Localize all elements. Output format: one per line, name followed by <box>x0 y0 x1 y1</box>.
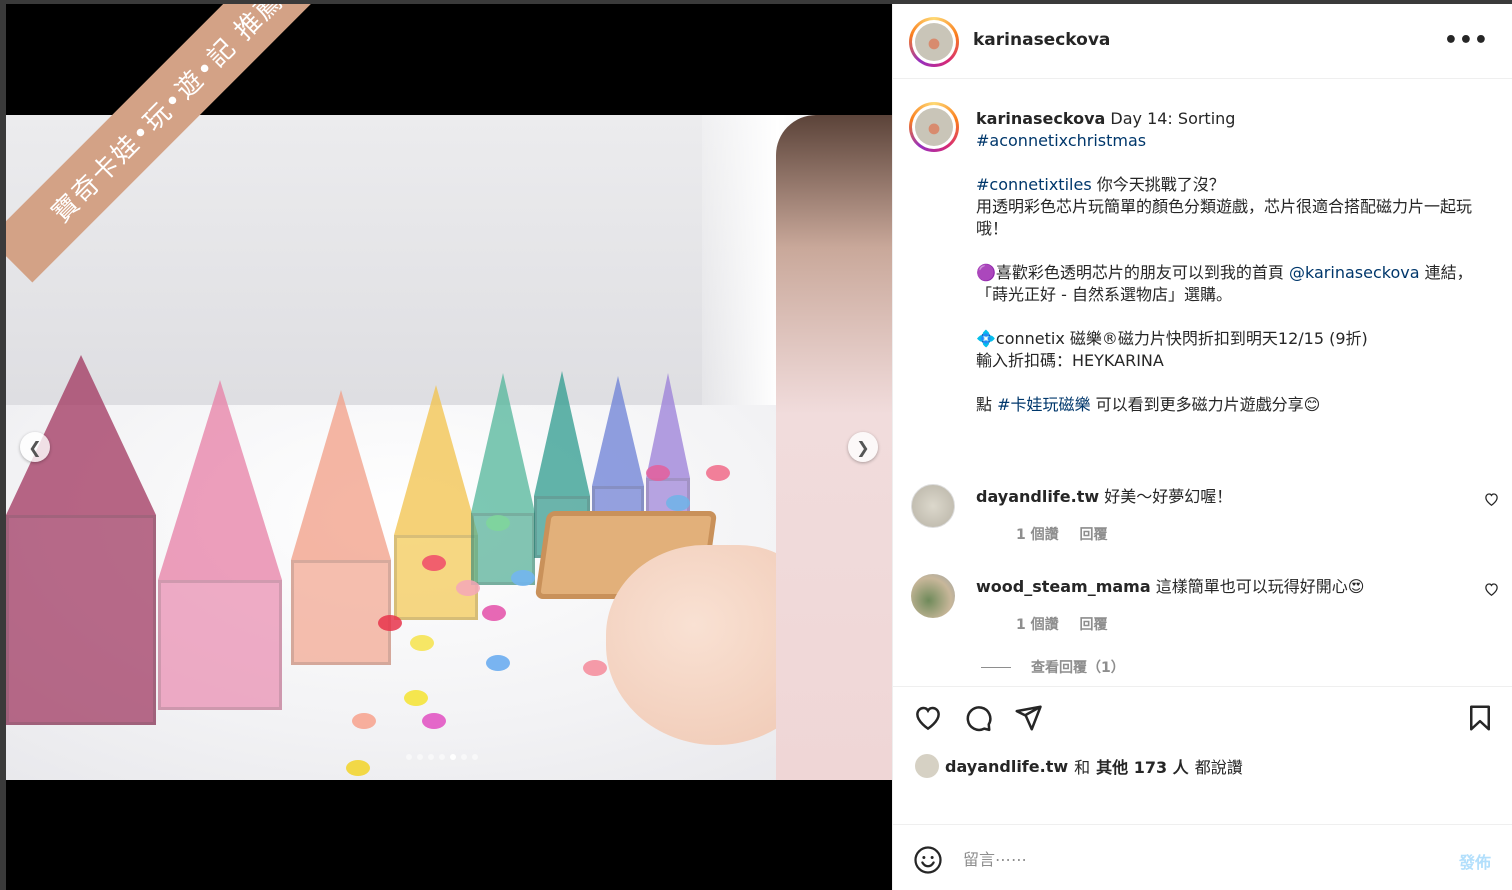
replies-divider <box>981 666 1011 668</box>
color-chip <box>511 570 535 586</box>
view-replies-label: 查看回覆（1） <box>1031 660 1125 676</box>
color-chip <box>583 660 607 676</box>
carousel-dot <box>439 754 445 760</box>
caption-text: 點 <box>976 395 998 414</box>
likes-others-link[interactable]: 其他 173 人 <box>1096 754 1189 778</box>
comment-item: wood_steam_mama 這樣簡單也可以玩得好開心😍 1 個讚 回覆 <box>893 574 1512 654</box>
comment-text: 好美～好夢幻喔！ <box>1104 487 1233 506</box>
likes-suffix: 都說讚 <box>1194 758 1243 777</box>
chevron-left-icon: ❮ <box>28 437 42 457</box>
color-chip <box>646 465 670 481</box>
heart-icon[interactable] <box>1484 582 1499 600</box>
caption-title-block: karinaseckova Day 14: Sorting #aconnetix… <box>976 108 1486 152</box>
mention-link[interactable]: @karinaseckova <box>1289 263 1420 282</box>
post-comment-button[interactable]: 發佈 <box>1459 849 1491 873</box>
carousel-dot <box>461 754 467 760</box>
commenter-username[interactable]: dayandlife.tw <box>976 487 1099 506</box>
post-side-panel: karinaseckova ••• karinaseckova Day 14: … <box>892 4 1512 890</box>
color-chip <box>706 465 730 481</box>
caption-text: 🟣喜歡彩色透明芯片的朋友可以到我的首頁 <box>976 263 1290 282</box>
caption-text: 可以看到更多磁力片遊戲分享😊 <box>1090 395 1321 414</box>
likes-joiner: 和 <box>1074 758 1091 777</box>
carousel-next-button[interactable]: ❯ <box>848 432 878 462</box>
author-username[interactable]: karinaseckova <box>973 30 1110 50</box>
carousel-dot <box>472 754 478 760</box>
send-icon[interactable] <box>1013 703 1043 733</box>
caption-paragraph: #connetixtiles 你今天挑戰了沒？ 用透明彩色芯片玩簡單的顏色分類遊… <box>976 174 1486 240</box>
heart-icon[interactable] <box>1484 492 1499 510</box>
hashtag-link[interactable]: #connetixtiles <box>976 175 1092 194</box>
comment-like-count[interactable]: 1 個讚 <box>1016 617 1059 633</box>
commenter-username[interactable]: wood_steam_mama <box>976 577 1151 596</box>
post-header: karinaseckova ••• <box>893 4 1512 79</box>
carousel-dot <box>417 754 423 760</box>
caption-username[interactable]: karinaseckova <box>976 109 1105 128</box>
heart-icon[interactable] <box>913 703 943 733</box>
carousel-dot <box>450 754 456 760</box>
comment-item: dayandlife.tw 好美～好夢幻喔！ 1 個讚 回覆 <box>893 484 1512 564</box>
color-chip <box>346 760 370 776</box>
magnet-tower-coral <box>291 390 391 665</box>
color-chip <box>666 495 690 511</box>
carousel-dot <box>406 754 412 760</box>
view-replies-button[interactable]: 查看回覆（1） <box>981 657 1125 677</box>
color-chip <box>486 515 510 531</box>
comment-reply-button[interactable]: 回覆 <box>1080 527 1108 543</box>
comment-reply-button[interactable]: 回覆 <box>1080 617 1108 633</box>
caption-avatar[interactable] <box>909 102 959 152</box>
commenter-avatar[interactable] <box>911 484 955 528</box>
comment-input[interactable] <box>963 847 1393 871</box>
liker-username[interactable]: dayandlife.tw <box>945 757 1068 776</box>
commenter-avatar[interactable] <box>911 574 955 618</box>
post-media: 寶奇卡娃•玩•遊•記 推薦 ❮ ❯ <box>6 4 892 890</box>
caption-paragraph: 💠connetix 磁樂®磁力片快閃折扣到明天12/15 (9折) 輸入折扣碼：… <box>976 328 1486 372</box>
more-horizontal-icon[interactable]: ••• <box>1444 28 1489 53</box>
color-chip <box>352 713 376 729</box>
comment-icon[interactable] <box>963 703 993 733</box>
caption-paragraph: 點 #卡娃玩磁樂 可以看到更多磁力片遊戲分享😊 <box>976 394 1486 416</box>
color-chip <box>422 555 446 571</box>
caption-text: 你今天挑戰了沒？ <box>1091 175 1225 194</box>
smiley-icon[interactable] <box>913 845 943 875</box>
carousel-dots <box>406 754 478 760</box>
color-chip <box>456 580 480 596</box>
color-chip <box>410 635 434 651</box>
caption-text: 💠connetix 磁樂®磁力片快閃折扣到明天12/15 (9折) <box>976 329 1368 348</box>
color-chip <box>404 690 428 706</box>
carousel-prev-button[interactable]: ❮ <box>20 432 50 462</box>
caption-text: 輸入折扣碼：HEYKARINA <box>976 351 1164 370</box>
liker-avatar[interactable] <box>915 754 939 778</box>
carousel-dot <box>428 754 434 760</box>
magnet-tower-pink <box>158 380 282 710</box>
post-photo <box>6 115 892 780</box>
caption-paragraph: 🟣喜歡彩色透明芯片的朋友可以到我的首頁 @karinaseckova 連結，「蒔… <box>976 262 1486 306</box>
magnet-tower-plum <box>6 355 156 725</box>
add-comment-bar: 發佈 <box>893 824 1512 890</box>
color-chip <box>482 605 506 621</box>
magnet-tower-green <box>471 373 535 585</box>
likes-summary: dayandlife.tw 和 其他 173 人 都說讚 <box>915 754 1243 778</box>
chevron-right-icon: ❯ <box>856 437 870 457</box>
color-chip <box>486 655 510 671</box>
hashtag-link[interactable]: #卡娃玩磁樂 <box>997 395 1090 414</box>
hashtag-link[interactable]: #aconnetixchristmas <box>976 131 1146 150</box>
comment-text: 這樣簡單也可以玩得好開心😍 <box>1155 577 1365 596</box>
bookmark-icon[interactable] <box>1465 703 1495 733</box>
caption-title: Day 14: Sorting <box>1110 109 1236 128</box>
author-avatar[interactable] <box>909 17 959 67</box>
post-action-bar <box>893 686 1512 746</box>
color-chip <box>422 713 446 729</box>
color-chip <box>378 615 402 631</box>
caption-text: 用透明彩色芯片玩簡單的顏色分類遊戲，芯片很適合搭配磁力片一起玩哦！ <box>976 197 1473 238</box>
comment-like-count[interactable]: 1 個讚 <box>1016 527 1059 543</box>
